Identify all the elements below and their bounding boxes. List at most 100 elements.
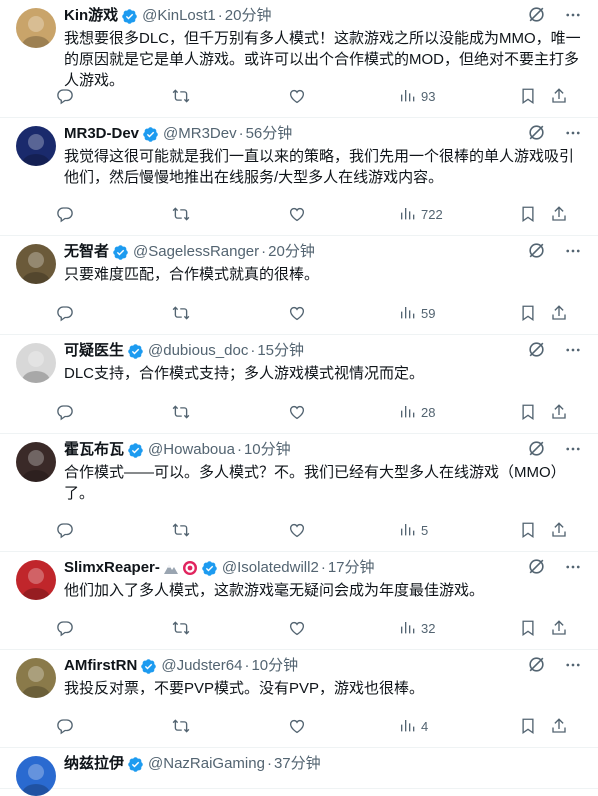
more-icon[interactable]	[564, 242, 582, 260]
retweet-button[interactable]	[171, 304, 191, 322]
avatar[interactable]	[16, 8, 56, 48]
bookmark-button[interactable]	[519, 521, 537, 539]
display-name[interactable]: MR3D-Dev	[64, 124, 139, 144]
display-name[interactable]: AMfirstRN	[64, 656, 137, 676]
share-button[interactable]	[550, 87, 568, 105]
retweet-button[interactable]	[171, 717, 191, 735]
share-button[interactable]	[550, 521, 568, 539]
more-icon[interactable]	[564, 656, 582, 674]
grok-icon[interactable]	[527, 655, 546, 674]
tweet[interactable]: 纳兹拉伊 @NazRaiGaming · 37分钟	[0, 748, 598, 796]
bookmark-button[interactable]	[519, 205, 537, 223]
reply-button[interactable]	[56, 403, 74, 421]
reply-button[interactable]	[56, 87, 74, 105]
display-name[interactable]: SlimxReaper-	[64, 558, 160, 578]
reply-button[interactable]	[56, 619, 74, 637]
views-icon	[401, 406, 415, 418]
reply-button[interactable]	[56, 205, 74, 223]
like-button[interactable]	[288, 87, 306, 105]
avatar[interactable]	[16, 658, 56, 698]
like-icon	[289, 405, 305, 420]
display-name[interactable]: Kin游戏	[64, 6, 118, 26]
like-button[interactable]	[288, 717, 306, 735]
timestamp[interactable]: 20分钟	[225, 6, 272, 26]
bookmark-button[interactable]	[519, 717, 537, 735]
share-button[interactable]	[550, 403, 568, 421]
display-name[interactable]: 无智者	[64, 242, 109, 262]
display-name[interactable]: 可疑医生	[64, 341, 124, 361]
share-button[interactable]	[550, 304, 568, 322]
handle[interactable]: @KinLost1	[142, 6, 216, 26]
display-name[interactable]: 霍瓦布瓦	[64, 440, 124, 460]
avatar[interactable]	[16, 560, 56, 600]
views-button[interactable]: 59	[399, 304, 435, 322]
handle[interactable]: @dubious_doc	[148, 341, 248, 361]
avatar[interactable]	[16, 442, 56, 482]
timestamp[interactable]: 37分钟	[274, 754, 321, 774]
grok-icon[interactable]	[527, 557, 546, 576]
share-button[interactable]	[550, 717, 568, 735]
timestamp[interactable]: 10分钟	[251, 656, 298, 676]
avatar[interactable]	[16, 756, 56, 796]
grok-icon[interactable]	[527, 340, 546, 359]
timestamp[interactable]: 10分钟	[244, 440, 291, 460]
more-icon[interactable]	[564, 6, 582, 24]
handle[interactable]: @Howaboua	[148, 440, 235, 460]
tweet[interactable]: 霍瓦布瓦 @Howaboua · 10分钟 合作模式——可以。多人模式？不。我们…	[0, 434, 598, 552]
views-button[interactable]: 32	[399, 619, 435, 637]
reply-feed: Kin游戏 @KinLost1 · 20分钟 我想要很多DLC，但千万别有多人模…	[0, 0, 598, 796]
timestamp[interactable]: 20分钟	[268, 242, 315, 262]
handle[interactable]: @NazRaiGaming	[148, 754, 265, 774]
grok-icon[interactable]	[527, 241, 546, 260]
views-button[interactable]: 93	[399, 87, 435, 105]
avatar[interactable]	[16, 244, 56, 284]
separator-dot: ·	[236, 441, 242, 458]
share-button[interactable]	[550, 619, 568, 637]
bookmark-button[interactable]	[519, 304, 537, 322]
avatar[interactable]	[16, 126, 56, 166]
bookmark-button[interactable]	[519, 403, 537, 421]
more-icon[interactable]	[564, 440, 582, 458]
handle[interactable]: @Judster64	[161, 656, 242, 676]
tweet[interactable]: 可疑医生 @dubious_doc · 15分钟 DLC支持，合作模式支持；多人…	[0, 335, 598, 434]
retweet-button[interactable]	[171, 521, 191, 539]
more-icon[interactable]	[564, 558, 582, 576]
bookmark-button[interactable]	[519, 87, 537, 105]
reply-button[interactable]	[56, 304, 74, 322]
retweet-button[interactable]	[171, 403, 191, 421]
reply-button[interactable]	[56, 521, 74, 539]
like-button[interactable]	[288, 521, 306, 539]
avatar[interactable]	[16, 343, 56, 383]
like-button[interactable]	[288, 403, 306, 421]
tweet[interactable]: SlimxReaper- @Isolatedwill2 · 17分钟 他们加入了…	[0, 552, 598, 650]
tweet[interactable]: Kin游戏 @KinLost1 · 20分钟 我想要很多DLC，但千万别有多人模…	[0, 0, 598, 118]
grok-icon[interactable]	[527, 439, 546, 458]
tweet[interactable]: 无智者 @SagelessRanger · 20分钟 只要难度匹配，合作模式就真…	[0, 236, 598, 335]
grok-icon[interactable]	[527, 5, 546, 24]
handle[interactable]: @SagelessRanger	[133, 242, 259, 262]
views-button[interactable]: 4	[399, 717, 428, 735]
tweet[interactable]: AMfirstRN @Judster64 · 10分钟 我投反对票，不要PVP模…	[0, 650, 598, 748]
grok-icon[interactable]	[527, 123, 546, 142]
reply-button[interactable]	[56, 717, 74, 735]
views-button[interactable]: 722	[399, 205, 443, 223]
retweet-button[interactable]	[171, 205, 191, 223]
like-button[interactable]	[288, 205, 306, 223]
retweet-button[interactable]	[171, 87, 191, 105]
retweet-button[interactable]	[171, 619, 191, 637]
tweet[interactable]: MR3D-Dev @MR3Dev · 56分钟 我觉得这很可能就是我们一直以来的…	[0, 118, 598, 236]
handle[interactable]: @MR3Dev	[163, 124, 237, 144]
display-name[interactable]: 纳兹拉伊	[64, 754, 124, 774]
more-icon[interactable]	[564, 124, 582, 142]
more-icon[interactable]	[564, 341, 582, 359]
timestamp[interactable]: 17分钟	[328, 558, 375, 578]
like-button[interactable]	[288, 619, 306, 637]
views-button[interactable]: 28	[399, 403, 435, 421]
handle[interactable]: @Isolatedwill2	[222, 558, 319, 578]
bookmark-button[interactable]	[519, 619, 537, 637]
like-button[interactable]	[288, 304, 306, 322]
timestamp[interactable]: 15分钟	[257, 341, 304, 361]
share-button[interactable]	[550, 205, 568, 223]
timestamp[interactable]: 56分钟	[246, 124, 293, 144]
views-button[interactable]: 5	[399, 521, 428, 539]
